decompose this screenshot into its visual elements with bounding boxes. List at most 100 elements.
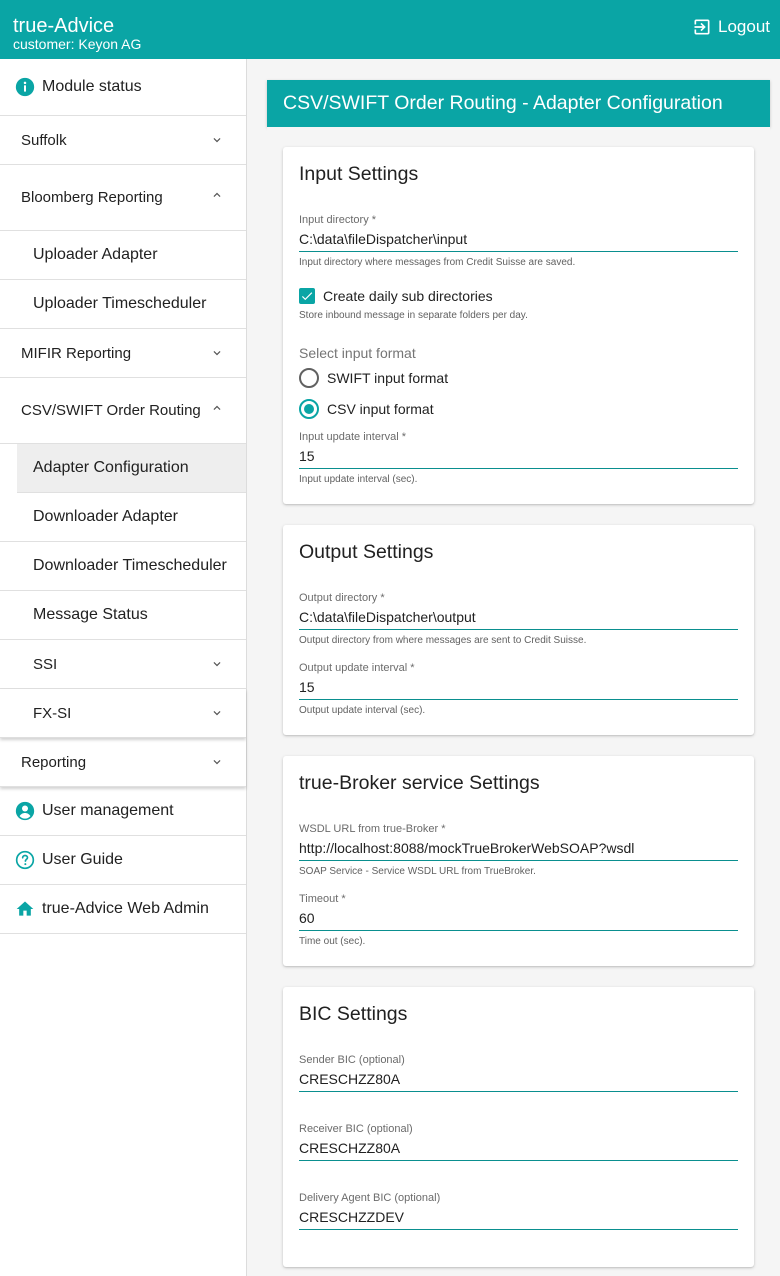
field-label: WSDL URL from true-Broker *: [299, 823, 446, 835]
receiver-bic-field: Receiver BIC (optional): [299, 1123, 738, 1161]
sidebar-item-message-status[interactable]: Message Status: [0, 591, 246, 640]
field-label: Input directory *: [299, 214, 377, 226]
timeout-input[interactable]: [299, 907, 738, 931]
page-title: CSV/SWIFT Order Routing - Adapter Config…: [267, 80, 770, 127]
field-hint: Output update interval (sec).: [299, 705, 426, 716]
main-content: Input Settings Input directory * Input d…: [267, 127, 770, 1276]
sidebar-item-label: MIFIR Reporting: [21, 344, 132, 362]
logout-button[interactable]: Logout: [692, 17, 770, 37]
radio-csv-format[interactable]: CSV input format: [299, 399, 434, 419]
chevron-up-icon: [213, 405, 221, 410]
input-update-interval-input[interactable]: [299, 445, 738, 469]
sidebar-item-downloader-adapter[interactable]: Downloader Adapter: [0, 493, 246, 542]
sidebar-item-suffolk[interactable]: Suffolk: [0, 116, 246, 165]
sidebar-item-label: User management: [42, 802, 174, 819]
sidebar-item-label: User Guide: [42, 851, 123, 868]
sidebar: Module status Suffolk Bloomberg Reportin…: [0, 59, 247, 1276]
sidebar-item-ssi[interactable]: SSI: [0, 640, 246, 689]
sender-bic-field: Sender BIC (optional): [299, 1054, 738, 1092]
sidebar-item-label: true-Advice Web Admin: [42, 900, 209, 917]
bic-settings-card: BIC Settings Sender BIC (optional) Recei…: [283, 987, 754, 1267]
output-directory-input[interactable]: [299, 606, 738, 630]
main-header: CSV/SWIFT Order Routing - Adapter Config…: [267, 80, 770, 127]
sidebar-item-web-admin[interactable]: true-Advice Web Admin: [0, 885, 246, 934]
help-circle-icon: [15, 850, 35, 870]
input-directory-input[interactable]: [299, 228, 738, 252]
output-update-interval-field: Output update interval * Output update i…: [299, 662, 738, 716]
chevron-down-icon: [213, 351, 221, 356]
field-label: Input update interval *: [299, 431, 407, 443]
delivery-agent-bic-input[interactable]: [299, 1206, 738, 1230]
sidebar-item-label: CSV/SWIFT Order Routing: [21, 402, 201, 419]
field-hint: Output directory from where messages are…: [299, 635, 587, 646]
sidebar-item-label: Bloomberg Reporting: [21, 189, 163, 206]
field-hint: Time out (sec).: [299, 936, 366, 947]
info-icon: [15, 77, 35, 97]
sidebar-item-label: Downloader Timescheduler: [33, 557, 227, 574]
radio-label: SWIFT input format: [327, 370, 449, 386]
radio-label: CSV input format: [327, 401, 434, 417]
field-hint: Input update interval (sec).: [299, 474, 418, 485]
sidebar-item-csv-swift-order-routing[interactable]: CSV/SWIFT Order Routing: [0, 378, 246, 444]
sidebar-item-label: Uploader Timescheduler: [33, 295, 207, 312]
card-title: Input Settings: [299, 163, 419, 185]
field-hint: Input directory where messages from Cred…: [299, 257, 576, 268]
output-update-interval-input[interactable]: [299, 676, 738, 700]
sidebar-item-label: Suffolk: [21, 131, 67, 149]
radio-swift-format[interactable]: SWIFT input format: [299, 368, 448, 388]
sidebar-item-bloomberg-reporting[interactable]: Bloomberg Reporting: [0, 165, 246, 231]
checkbox-checked-icon: [299, 288, 315, 304]
customer-label: customer: Keyon AG: [13, 36, 142, 52]
wsdl-url-field: WSDL URL from true-Broker * SOAP Service…: [299, 823, 738, 877]
sidebar-item-label: Adapter Configuration: [33, 459, 189, 476]
field-label: Output directory *: [299, 592, 385, 604]
app-title: true-Advice: [13, 15, 115, 37]
checkbox-label: Create daily sub directories: [323, 288, 493, 304]
output-settings-card: Output Settings Output directory * Outpu…: [283, 525, 754, 735]
sidebar-item-adapter-configuration[interactable]: Adapter Configuration: [17, 444, 246, 493]
input-directory-field: Input directory * Input directory where …: [299, 214, 738, 268]
field-label: Timeout *: [299, 893, 346, 905]
sidebar-item-label: Uploader Adapter: [33, 246, 158, 263]
sidebar-item-label: Message Status: [33, 606, 148, 623]
sidebar-item-reporting[interactable]: Reporting: [0, 738, 246, 787]
sidebar-item-label: Downloader Adapter: [33, 508, 178, 525]
receiver-bic-input[interactable]: [299, 1137, 738, 1161]
sidebar-item-mifir-reporting[interactable]: MIFIR Reporting: [0, 329, 246, 378]
field-label: Receiver BIC (optional): [299, 1123, 413, 1135]
sidebar-item-label: FX-SI: [33, 704, 72, 722]
wsdl-url-input[interactable]: [299, 837, 738, 861]
card-title: BIC Settings: [299, 1003, 408, 1025]
radio-checked-icon: [299, 399, 319, 419]
logout-label: Logout: [718, 17, 770, 36]
sidebar-item-downloader-timescheduler[interactable]: Downloader Timescheduler: [0, 542, 246, 591]
sidebar-item-uploader-timescheduler[interactable]: Uploader Timescheduler: [0, 280, 246, 329]
top-app-bar: true-Advice customer: Keyon AG Logout: [0, 0, 780, 59]
card-title: true-Broker service Settings: [299, 772, 540, 794]
chevron-down-icon: [213, 760, 221, 765]
sidebar-item-label: Module status: [42, 78, 142, 95]
sidebar-item-uploader-adapter[interactable]: Uploader Adapter: [0, 231, 246, 280]
chevron-up-icon: [213, 192, 221, 197]
broker-settings-card: true-Broker service Settings WSDL URL fr…: [283, 756, 754, 966]
sidebar-item-label: Reporting: [21, 753, 87, 771]
field-label: Delivery Agent BIC (optional): [299, 1192, 441, 1204]
output-directory-field: Output directory * Output directory from…: [299, 592, 738, 646]
radio-unchecked-icon: [299, 368, 319, 388]
input-format-label: Select input format: [299, 345, 416, 361]
field-hint: Store inbound message in separate folder…: [299, 310, 528, 321]
daily-subdirs-checkbox[interactable]: Create daily sub directories: [299, 288, 493, 304]
delivery-agent-bic-field: Delivery Agent BIC (optional): [299, 1192, 738, 1230]
field-hint: SOAP Service - Service WSDL URL from Tru…: [299, 866, 536, 877]
sender-bic-input[interactable]: [299, 1068, 738, 1092]
home-icon: [15, 899, 35, 919]
chevron-down-icon: [213, 711, 221, 716]
sidebar-item-user-guide[interactable]: User Guide: [0, 836, 246, 885]
sidebar-item-user-management[interactable]: User management: [0, 787, 246, 836]
sidebar-item-fx-si[interactable]: FX-SI: [0, 689, 246, 738]
field-label: Output update interval *: [299, 662, 415, 674]
input-settings-card: Input Settings Input directory * Input d…: [283, 147, 754, 504]
sidebar-item-module-status[interactable]: Module status: [0, 59, 246, 116]
sidebar-item-label: SSI: [33, 655, 58, 673]
account-circle-icon: [15, 801, 35, 821]
